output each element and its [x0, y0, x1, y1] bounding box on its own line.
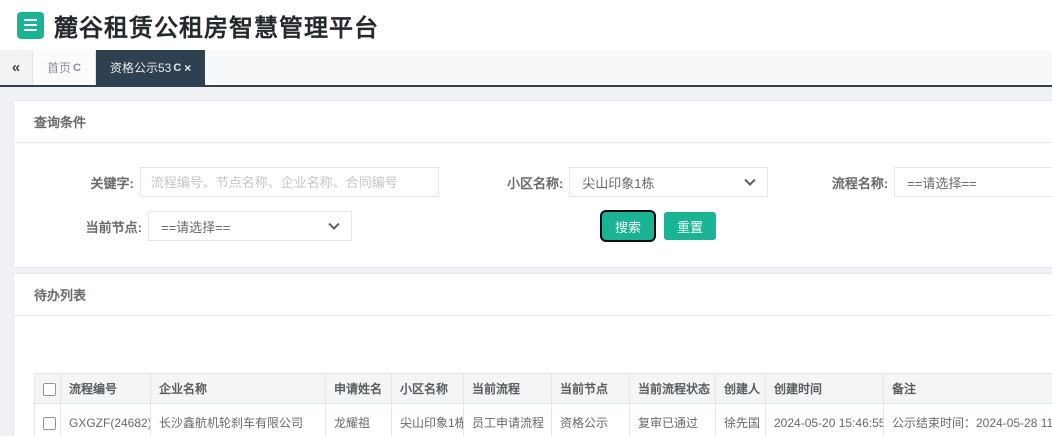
cell-company: 长沙鑫航机轮刹车有限公司 [150, 403, 326, 436]
row-checkbox[interactable] [43, 416, 56, 430]
tab-count-badge: 53 [157, 60, 172, 75]
todo-list-panel: 待办列表 流程编号 企业名称 申请姓名 小区名称 当前流程 当前节点 当前流程状… [13, 273, 1052, 436]
community-label: 小区名称: [506, 175, 564, 191]
col-header-community: 小区名称 [391, 373, 464, 404]
page-title: 麓谷租赁公租房智慧管理平台 [54, 14, 379, 42]
cell-created-time: 2024-05-20 15:46:55 [765, 403, 884, 436]
todo-table: 流程编号 企业名称 申请姓名 小区名称 当前流程 当前节点 当前流程状态 创建人… [34, 373, 1052, 436]
keyword-label: 关键字: [90, 175, 134, 191]
table-toolbar [34, 336, 1052, 373]
reset-button[interactable]: 重置 [664, 212, 717, 240]
current-node-label: 当前节点: [85, 219, 142, 235]
tab-qualification-label: 资格公示 [109, 61, 158, 75]
col-header-creator: 创建人 [715, 373, 766, 404]
cell-creator: 徐先国 [715, 403, 766, 436]
chevron-down-icon [744, 174, 757, 186]
col-header-process-status: 当前流程状态 [629, 373, 716, 404]
col-header-current-node: 当前节点 [551, 373, 630, 404]
current-node-select-value: ==请选择== [161, 219, 231, 235]
tab-home-label: 首页 [47, 61, 72, 75]
cell-current-node: 资格公示 [551, 403, 630, 436]
col-header-company: 企业名称 [150, 373, 326, 404]
refresh-icon[interactable]: C [73, 62, 81, 74]
main-content: 查询条件 关键字: 小区名称: 尖山印象1栋 流程名称: ==请选择== 当前节… [0, 87, 1052, 436]
col-header-applicant: 申请姓名 [325, 373, 392, 404]
refresh-icon[interactable]: C [173, 62, 181, 74]
collapse-tabs-icon[interactable]: « [0, 50, 32, 85]
search-button[interactable]: 搜索 [602, 212, 655, 240]
community-select-value: 尖山印象1栋 [582, 175, 655, 191]
process-name-select-value: ==请选择== [907, 175, 977, 191]
todo-panel-title: 待办列表 [14, 274, 1052, 316]
table-header-row: 流程编号 企业名称 申请姓名 小区名称 当前流程 当前节点 当前流程状态 创建人… [34, 373, 1052, 404]
close-icon[interactable]: × [184, 61, 191, 75]
col-header-remark: 备注 [883, 373, 1052, 404]
tab-qualification-publicity[interactable]: 资格公示 53 C × [95, 50, 206, 85]
cell-applicant: 龙耀祖 [325, 403, 392, 436]
tab-bar: « 首页 C 资格公示 53 C × [0, 50, 1052, 87]
cell-community: 尖山印象1栋 [391, 403, 464, 436]
cell-process-status: 复审已通过 [629, 403, 716, 436]
cell-process-no: GXGZF(24682) [60, 403, 151, 436]
cell-current-process: 员工申请流程 [463, 403, 552, 436]
keyword-input[interactable] [139, 167, 439, 197]
community-select[interactable]: 尖山印象1栋 [569, 167, 769, 197]
table-row[interactable]: GXGZF(24682) 长沙鑫航机轮刹车有限公司 龙耀祖 尖山印象1栋 员工申… [34, 403, 1052, 436]
current-node-select[interactable]: ==请选择== [148, 211, 352, 241]
col-header-process-no: 流程编号 [60, 373, 151, 404]
col-header-current-process: 当前流程 [463, 373, 552, 404]
query-panel-title: 查询条件 [14, 101, 1052, 143]
cell-remark: 公示结束时间：2024-05-28 11:05:32 [883, 403, 1052, 436]
process-name-select[interactable]: ==请选择== [894, 167, 1052, 197]
select-all-checkbox[interactable] [43, 382, 56, 396]
process-name-label: 流程名称: [831, 175, 889, 191]
col-header-created-time: 创建时间 [765, 373, 884, 404]
hamburger-menu-icon[interactable] [17, 11, 44, 39]
chevron-down-icon [328, 218, 340, 230]
app-header: 麓谷租赁公租房智慧管理平台 [0, 0, 1052, 50]
tab-home[interactable]: 首页 C [32, 50, 96, 85]
query-conditions-panel: 查询条件 关键字: 小区名称: 尖山印象1栋 流程名称: ==请选择== 当前节… [13, 100, 1052, 268]
